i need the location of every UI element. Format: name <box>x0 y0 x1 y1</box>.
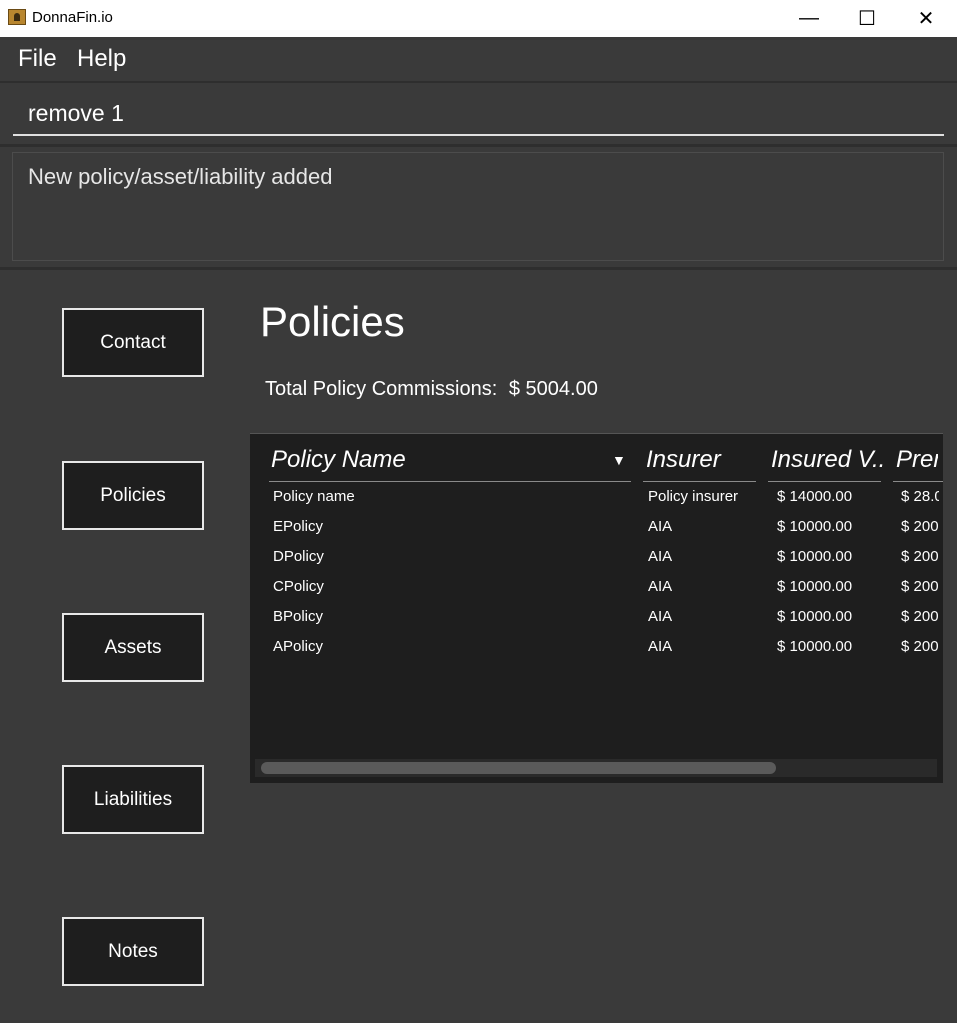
table-row[interactable]: EPolicy AIA $ 10000.00 $ 200 <box>250 512 943 542</box>
horizontal-scrollbar[interactable] <box>255 759 937 777</box>
minimize-button[interactable]: — <box>780 0 838 37</box>
scrollbar-thumb[interactable] <box>261 762 776 774</box>
app-icon <box>8 9 26 25</box>
command-input-value: remove 1 <box>28 100 124 126</box>
table-row[interactable]: Policy name Policy insurer $ 14000.00 $ … <box>250 482 943 512</box>
commission-summary: Total Policy Commissions: $ 5004.00 <box>265 378 598 401</box>
column-header-insured-value[interactable]: Insured V... <box>771 446 883 474</box>
cell-premium: $ 200 <box>901 608 939 625</box>
result-message: New policy/asset/liability added <box>28 164 333 189</box>
sort-descending-icon[interactable]: ▼ <box>612 452 626 468</box>
cell-insurer: AIA <box>648 638 673 655</box>
commission-value: $ 5004.00 <box>508 378 598 400</box>
cell-policy-name: EPolicy <box>273 518 324 535</box>
cell-insurer: AIA <box>648 518 673 535</box>
cell-insurer: AIA <box>648 608 673 625</box>
menu-bar: File Help <box>0 37 957 83</box>
command-input[interactable]: remove 1 <box>13 92 944 136</box>
column-header-insurer[interactable]: Insurer <box>646 446 754 474</box>
cell-premium: $ 28.0 <box>901 488 939 505</box>
cell-policy-name: CPolicy <box>273 578 324 595</box>
cell-insurer: AIA <box>648 578 673 595</box>
cell-insured-value: $ 10000.00 <box>777 608 853 625</box>
table-row[interactable]: BPolicy AIA $ 10000.00 $ 200 <box>250 602 943 632</box>
cell-premium: $ 200 <box>901 548 939 565</box>
cell-insured-value: $ 10000.00 <box>777 638 853 655</box>
table-row[interactable]: APolicy AIA $ 10000.00 $ 200 <box>250 632 943 662</box>
policies-table[interactable]: Policy Name ▼ Insurer Insured V... Prem … <box>250 433 943 783</box>
column-header-premium[interactable]: Prem <box>896 446 938 474</box>
menu-help[interactable]: Help <box>77 45 126 73</box>
cell-policy-name: APolicy <box>273 638 324 655</box>
divider <box>0 144 957 147</box>
cell-policy-name: Policy name <box>273 488 355 505</box>
cell-insurer: Policy insurer <box>648 488 739 505</box>
commission-label: Total Policy Commissions: <box>265 378 498 400</box>
cell-insured-value: $ 10000.00 <box>777 578 853 595</box>
cell-insured-value: $ 10000.00 <box>777 518 853 535</box>
notes-button[interactable]: Notes <box>62 917 204 986</box>
cell-insurer: AIA <box>648 548 673 565</box>
liabilities-button[interactable]: Liabilities <box>62 765 204 834</box>
column-header-policy-name[interactable]: Policy Name <box>271 446 601 474</box>
menu-file[interactable]: File <box>18 45 57 73</box>
assets-button[interactable]: Assets <box>62 613 204 682</box>
cell-premium: $ 200 <box>901 638 939 655</box>
policies-button[interactable]: Policies <box>62 461 204 530</box>
title-bar: DonnaFin.io — ☐ ✕ <box>0 0 957 37</box>
cell-insured-value: $ 10000.00 <box>777 548 853 565</box>
divider <box>0 267 957 270</box>
page-title: Policies <box>260 298 405 345</box>
cell-premium: $ 200 <box>901 518 939 535</box>
cell-insured-value: $ 14000.00 <box>777 488 853 505</box>
table-row[interactable]: CPolicy AIA $ 10000.00 $ 200 <box>250 572 943 602</box>
result-display: New policy/asset/liability added <box>12 152 944 261</box>
cell-policy-name: DPolicy <box>273 548 324 565</box>
close-button[interactable]: ✕ <box>897 0 955 37</box>
maximize-button[interactable]: ☐ <box>838 0 896 37</box>
contact-button[interactable]: Contact <box>62 308 204 377</box>
window-title: DonnaFin.io <box>32 9 113 26</box>
cell-premium: $ 200 <box>901 578 939 595</box>
cell-policy-name: BPolicy <box>273 608 324 625</box>
table-row[interactable]: DPolicy AIA $ 10000.00 $ 200 <box>250 542 943 572</box>
